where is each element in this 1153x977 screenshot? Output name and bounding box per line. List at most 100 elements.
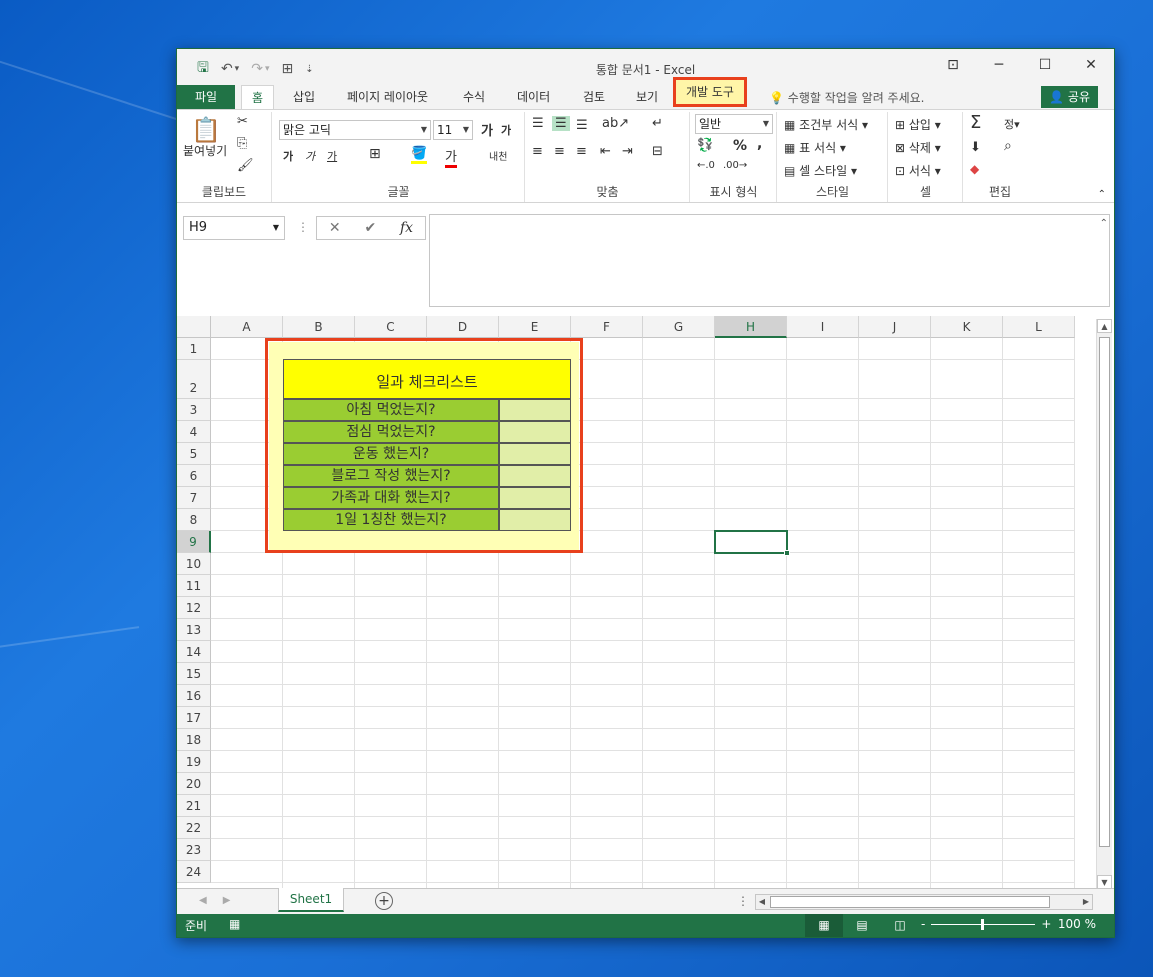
zoom-out-icon[interactable]: - (921, 917, 925, 931)
cell-styles-button[interactable]: ▤ 셀 스타일 ▾ (784, 162, 857, 179)
row-header-24[interactable]: 24 (177, 861, 211, 883)
sort-filter-button[interactable]: 정▾ (1004, 116, 1020, 132)
row-header-1[interactable]: 1 (177, 338, 211, 360)
align-bottom-icon[interactable]: ☰ (576, 118, 588, 133)
orientation-icon[interactable]: ab↗ (602, 116, 629, 131)
merge-center-icon[interactable]: ⊟ (652, 144, 663, 159)
find-select-icon[interactable]: ⌕ (1004, 138, 1012, 154)
copy-icon[interactable]: ⎘ (237, 136, 247, 151)
row-header-2[interactable]: 2 (177, 360, 211, 399)
tab-developer[interactable]: 개발 도구 (673, 77, 747, 107)
row-header-21[interactable]: 21 (177, 795, 211, 817)
column-header-h[interactable]: H (715, 316, 787, 338)
fill-handle[interactable] (784, 550, 790, 556)
align-middle-icon[interactable]: ☰ (552, 116, 570, 131)
row-header-7[interactable]: 7 (177, 487, 211, 509)
row-header-18[interactable]: 18 (177, 729, 211, 751)
row-header-13[interactable]: 13 (177, 619, 211, 641)
horizontal-scroll-thumb[interactable] (770, 896, 1050, 908)
maximize-icon[interactable]: ☐ (1022, 49, 1068, 81)
scroll-down-icon[interactable]: ▼ (1097, 875, 1112, 889)
font-color-button[interactable]: 가 (445, 146, 457, 168)
number-format-combo[interactable]: 일반 ▼ (695, 114, 773, 134)
format-as-table-button[interactable]: ▦ 표 서식 ▾ (784, 139, 846, 156)
scroll-right-icon[interactable]: ▶ (1080, 895, 1092, 909)
column-header-i[interactable]: I (787, 316, 859, 338)
row-header-6[interactable]: 6 (177, 465, 211, 487)
format-cells-button[interactable]: ⊡ 서식 ▾ (895, 162, 941, 179)
enter-icon[interactable]: ✔ (364, 220, 376, 236)
column-header-f[interactable]: F (571, 316, 643, 338)
clear-icon[interactable]: ◆ (970, 162, 979, 176)
row-header-4[interactable]: 4 (177, 421, 211, 443)
horizontal-scrollbar[interactable]: ◀ ▶ (755, 894, 1093, 910)
bold-button[interactable]: 가 (283, 148, 293, 164)
ribbon-display-options-icon[interactable]: ⊡ (930, 49, 976, 81)
format-painter-icon[interactable]: 🖌 (237, 158, 254, 173)
scroll-up-icon[interactable]: ▲ (1097, 319, 1112, 333)
row-header-8[interactable]: 8 (177, 509, 211, 531)
row-header-11[interactable]: 11 (177, 575, 211, 597)
column-header-l[interactable]: L (1003, 316, 1075, 338)
tab-file[interactable]: 파일 (177, 85, 235, 109)
tab-home[interactable]: 홈 (241, 85, 275, 109)
collapse-ribbon-icon[interactable]: ⌃ (1098, 189, 1106, 200)
tab-insert[interactable]: 삽입 (283, 85, 325, 109)
underline-button[interactable]: 가 (327, 148, 337, 164)
paste-icon[interactable]: 📋 (191, 116, 221, 144)
align-top-icon[interactable]: ☰ (532, 116, 544, 131)
align-center-icon[interactable]: ≡ (554, 144, 565, 159)
accounting-format-icon[interactable]: 💱 (697, 138, 713, 153)
cut-icon[interactable]: ✂ (237, 114, 248, 129)
sheet-nav-arrows[interactable]: ◀▶ (199, 895, 246, 906)
autosum-button[interactable]: Σ (970, 112, 981, 133)
column-header-a[interactable]: A (211, 316, 283, 338)
formula-input[interactable] (429, 214, 1110, 307)
column-header-g[interactable]: G (643, 316, 715, 338)
phonetic-button[interactable]: 내천 (489, 148, 507, 163)
sheet-tab-sheet1[interactable]: Sheet1 (278, 888, 344, 912)
zoom-track[interactable] (931, 918, 1036, 930)
paste-button[interactable]: 붙여넣기 (183, 142, 227, 159)
percent-button[interactable]: % (733, 138, 747, 154)
tell-me-box[interactable]: 💡 수행할 작업을 알려 주세요. (769, 89, 924, 106)
row-header-16[interactable]: 16 (177, 685, 211, 707)
font-name-combo[interactable]: 맑은 고딕 ▼ (279, 120, 431, 140)
zoom-knob[interactable] (981, 918, 985, 930)
page-layout-view-icon[interactable]: ▤ (843, 914, 881, 937)
column-header-e[interactable]: E (499, 316, 571, 338)
vertical-scroll-thumb[interactable] (1099, 337, 1110, 847)
decrease-indent-icon[interactable]: ⇤ (600, 144, 611, 159)
zoom-slider[interactable]: - + (921, 917, 1051, 931)
tab-view[interactable]: 보기 (626, 85, 668, 109)
tab-split-handle[interactable]: ⋮ (737, 894, 749, 908)
fill-color-icon[interactable]: 🪣 (411, 146, 428, 164)
minimize-icon[interactable]: ─ (976, 49, 1022, 81)
column-header-d[interactable]: D (427, 316, 499, 338)
grow-font-button[interactable]: 가 (481, 120, 493, 139)
add-sheet-button[interactable]: + (375, 892, 393, 910)
row-header-12[interactable]: 12 (177, 597, 211, 619)
scroll-left-icon[interactable]: ◀ (756, 895, 768, 909)
insert-cells-button[interactable]: ⊞ 삽입 ▾ (895, 116, 941, 133)
close-icon[interactable]: ✕ (1068, 49, 1114, 81)
share-button[interactable]: 👤 공유 (1041, 86, 1098, 108)
row-header-19[interactable]: 19 (177, 751, 211, 773)
column-header-j[interactable]: J (859, 316, 931, 338)
row-header-20[interactable]: 20 (177, 773, 211, 795)
vertical-scrollbar[interactable]: ▲ ▼ (1096, 319, 1112, 889)
row-header-3[interactable]: 3 (177, 399, 211, 421)
worksheet-grid[interactable]: A B C D E F G H I J K L 1 2 3 4 5 6 7 8 9 10 11 12 13 14 15 16 17 18 1… (177, 316, 1107, 888)
zoom-percent[interactable]: 100 % (1058, 917, 1096, 931)
selected-cell[interactable] (714, 530, 790, 556)
increase-decimal-icon[interactable]: ←.0 (697, 160, 715, 171)
italic-button[interactable]: 가 (305, 148, 315, 164)
conditional-formatting-button[interactable]: ▦ 조건부 서식 ▾ (784, 116, 868, 133)
row-header-23[interactable]: 23 (177, 839, 211, 861)
zoom-in-icon[interactable]: + (1041, 917, 1051, 931)
normal-view-icon[interactable]: ▦ (805, 914, 843, 937)
row-header-14[interactable]: 14 (177, 641, 211, 663)
border-icon[interactable]: ⊞ (369, 146, 381, 162)
fill-down-icon[interactable]: ⬇ (970, 140, 981, 155)
row-header-22[interactable]: 22 (177, 817, 211, 839)
